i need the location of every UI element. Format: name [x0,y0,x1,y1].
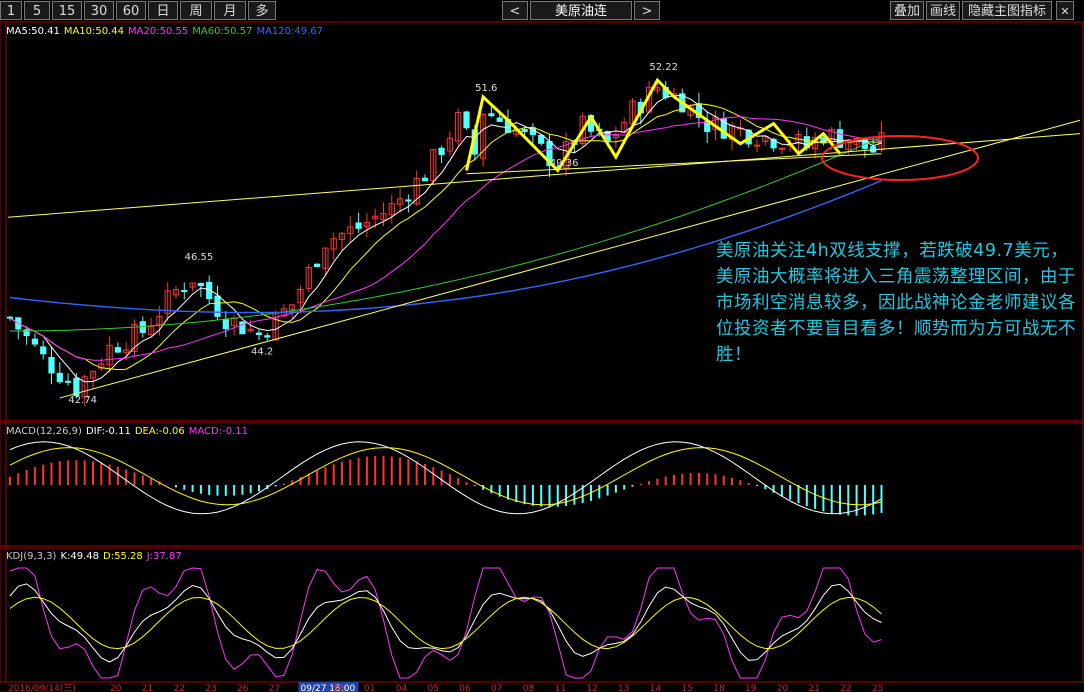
date-tick-label: 2016/09/14(三) [8,684,76,692]
date-tick-label: 23 [205,684,216,692]
upper-trendline [7,133,1081,218]
kdj-j: J:37.87 [146,551,182,562]
kdj-legend: KDJ(9,3,3) K:49.48 D:55.28 J:37.87 [6,551,186,562]
macd-title: MACD(12,26,9) [6,426,82,437]
date-tick-label: 27 [269,684,280,692]
date-tick-label: 30 [332,684,344,692]
price-label: 44.2 [251,346,273,357]
date-tick-label: 14 [650,684,662,692]
date-tick-label: 25 [872,684,883,692]
candle-body [521,129,528,133]
candle-body [314,263,321,267]
candle-body [496,117,503,122]
kdj-title: KDJ(9,3,3) [6,551,57,562]
kdj-panel-frame [0,547,1084,683]
macd-dif-line [9,441,882,515]
ma60-label: MA60:50.57 [192,26,253,37]
price-label: 52.22 [649,62,678,73]
ma20-label: MA20:50.55 [128,26,189,37]
date-tick-label: 12 [586,684,597,692]
candle-body [181,289,188,292]
candle-body [31,338,38,345]
candle-body [197,282,205,287]
date-tick-label: 09/27 18:00 [301,684,356,692]
date-tick-label: 07 [491,684,502,692]
candle-body [753,144,761,147]
candle-body [222,318,229,330]
macd-legend: MACD(12,26,9) DIF:-0.11 DEA:-0.06 MACD:-0.1… [6,426,252,437]
candle-body [114,347,122,353]
macd-dea-line [9,447,882,506]
ma10-label: MA10:50.44 [63,26,125,37]
price-label: 51.6 [475,83,497,94]
date-tick-label: 05 [428,684,439,692]
candle-body [488,113,495,117]
kdj-d: D:55.28 [103,551,143,562]
date-tick-label: 08 [523,684,535,692]
candle-body [214,295,221,317]
analysis-annotation: 美原油关注4h双线支撑，若跌破49.7美元，美原油大概率将进入三角震荡整理区间，… [716,241,1076,365]
candle-body [538,134,545,144]
ma-legend: MA5:50.41 MA10:50.44 MA20:50.55 MA60:50.57 M… [6,26,327,37]
date-tick-label: 01 [364,684,375,692]
candle-body [463,111,470,129]
date-axis: 2016/09/14(三) 20 21 22 23 26 27 09/27 18:0030 01… [8,682,883,692]
ma120-label: MA120:49.67 [256,26,323,37]
date-tick-label: 20 [777,684,789,692]
macd-dea: DEA:-0.06 [134,426,185,437]
candle-body [65,380,72,383]
date-tick-label: 21 [142,684,153,692]
date-tick-label: 11 [555,684,566,692]
date-tick-label: 21 [809,684,820,692]
candle-body [56,372,63,383]
candle-body [255,332,263,336]
kdj-k: K:49.48 [60,551,100,562]
date-tick-label: 22 [840,684,851,692]
candle-body [405,199,412,202]
date-tick-label: 26 [237,684,249,692]
macd-dif: DIF:-0.11 [85,426,131,437]
date-tick-label: 20 [110,684,122,692]
date-tick-label: 06 [459,684,471,692]
date-tick-label: 19 [745,684,757,692]
macd-histogram [9,455,883,516]
kdj-d-line [9,596,882,650]
date-tick-label: 15 [682,684,693,692]
ma5-label: MA5:50.41 [6,26,60,37]
candle-body [438,147,445,155]
candle-body [48,357,55,374]
candle-body [40,346,47,355]
date-tick-label: 18 [713,684,725,692]
candle-body [421,177,429,182]
price-label: 42.74 [68,395,97,406]
macd-value: MACD:-0.11 [188,426,248,437]
support-ellipse [821,135,979,181]
date-tick-label: 22 [174,684,185,692]
date-tick-label: 04 [396,684,408,692]
candle-body [355,222,362,229]
date-tick-label: 13 [618,684,629,692]
price-label: 49.36 [550,158,579,169]
price-label: 46.55 [185,252,214,263]
candle-body [264,335,271,338]
